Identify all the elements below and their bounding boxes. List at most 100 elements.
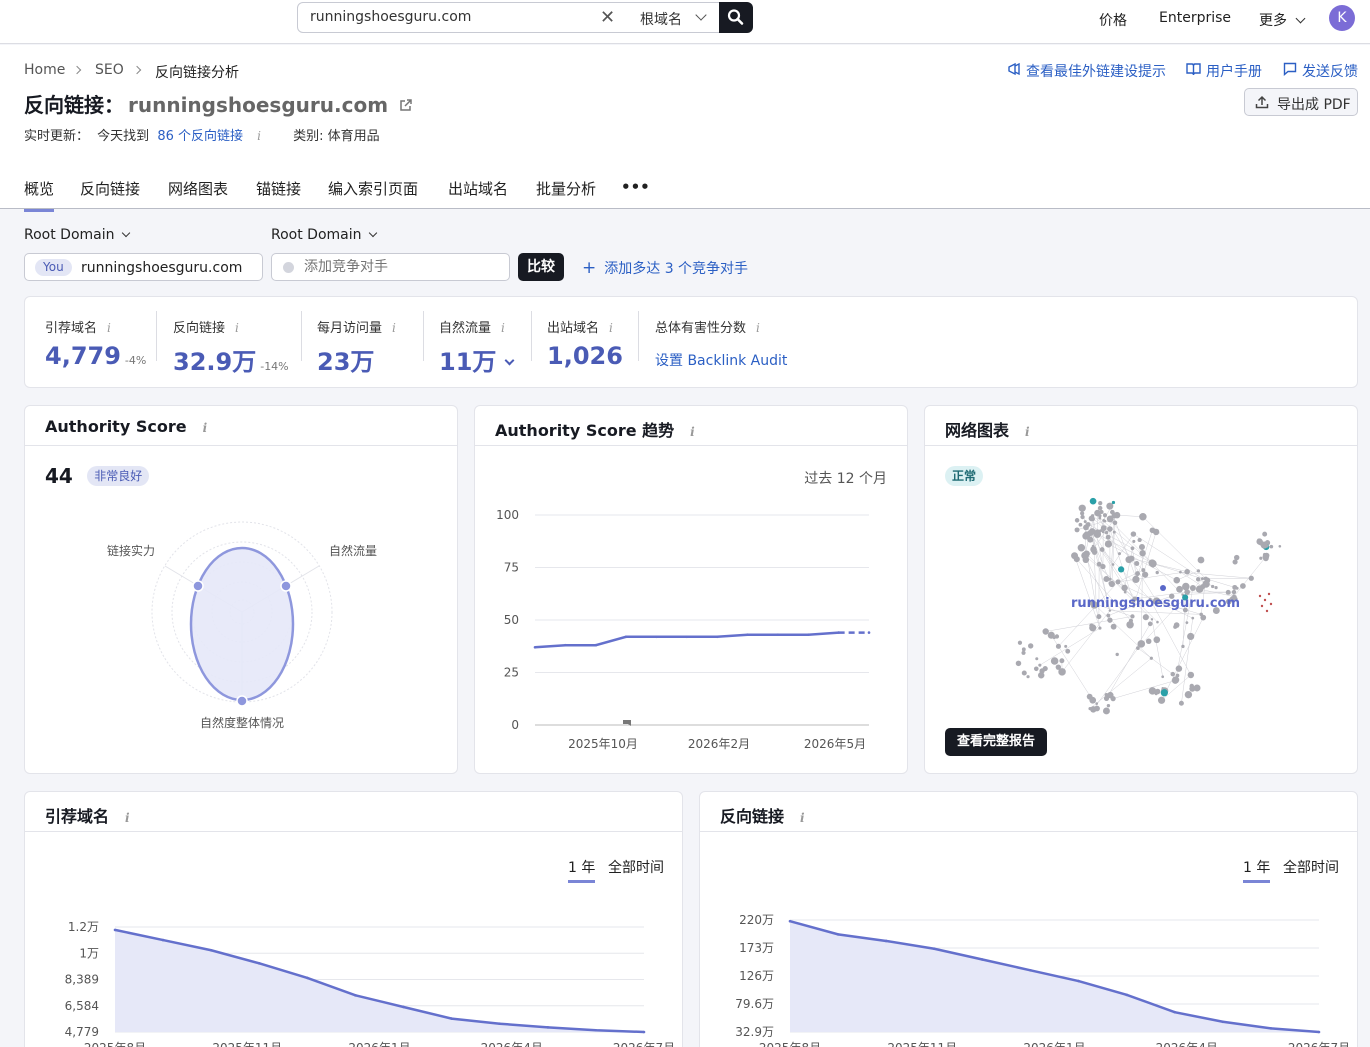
domain-search-input[interactable] xyxy=(310,9,590,25)
network-node[interactable] xyxy=(1121,584,1128,592)
you-domain-field[interactable]: You runningshoesguru.com xyxy=(24,253,263,281)
network-node[interactable] xyxy=(1185,621,1189,625)
network-node[interactable] xyxy=(1232,584,1238,590)
compare-button[interactable]: 比较 xyxy=(518,253,564,281)
network-node[interactable] xyxy=(1204,577,1211,584)
area-point[interactable] xyxy=(1173,1010,1177,1014)
network-node[interactable] xyxy=(1110,623,1117,630)
network-node[interactable] xyxy=(1015,660,1022,667)
new-backlinks-link[interactable]: 86 个反向链接 xyxy=(157,129,243,144)
network-node[interactable] xyxy=(1099,547,1105,552)
info-icon[interactable]: i xyxy=(257,129,261,143)
network-node[interactable] xyxy=(1042,628,1049,635)
network-node[interactable] xyxy=(1248,575,1254,581)
tab-more[interactable]: ••• xyxy=(621,178,650,196)
network-node[interactable] xyxy=(1142,614,1149,621)
area-point[interactable] xyxy=(306,976,309,980)
network-node[interactable] xyxy=(1050,657,1059,665)
network-node[interactable] xyxy=(1097,505,1103,511)
network-node[interactable] xyxy=(1184,589,1190,595)
network-node[interactable] xyxy=(1173,576,1181,584)
network-node[interactable] xyxy=(1181,644,1185,649)
external-link-icon[interactable] xyxy=(399,98,413,112)
network-node[interactable] xyxy=(1104,693,1109,697)
area-point[interactable] xyxy=(546,1026,550,1029)
info-icon[interactable]: i xyxy=(1025,425,1030,439)
clear-icon[interactable]: ✕ xyxy=(600,7,615,28)
network-node[interactable] xyxy=(1071,552,1079,560)
area-point[interactable] xyxy=(354,994,357,997)
network-node[interactable] xyxy=(1100,563,1106,570)
tab-bulk-analysis[interactable]: 批量分析 xyxy=(536,178,596,199)
network-node[interactable] xyxy=(1225,589,1231,595)
network-node[interactable] xyxy=(1106,613,1111,618)
network-node[interactable] xyxy=(1170,671,1176,677)
network-node[interactable] xyxy=(1106,703,1111,708)
tab-network-graph[interactable]: 网络图表 xyxy=(168,178,228,199)
network-node[interactable] xyxy=(1130,531,1137,537)
network-node[interactable] xyxy=(1102,707,1110,715)
period-all-time[interactable]: 全部时间 xyxy=(608,857,664,877)
network-node[interactable] xyxy=(1231,589,1237,595)
network-node[interactable] xyxy=(1090,706,1097,713)
trend-point[interactable] xyxy=(533,646,537,649)
area-point[interactable] xyxy=(450,1017,453,1020)
breadcrumb-seo[interactable]: SEO xyxy=(95,62,124,78)
network-node[interactable] xyxy=(1108,577,1112,581)
info-icon[interactable]: i xyxy=(392,321,396,335)
area-point[interactable] xyxy=(257,962,261,965)
network-node[interactable] xyxy=(1134,561,1140,567)
network-node[interactable] xyxy=(1258,594,1262,598)
network-node[interactable] xyxy=(1098,626,1102,630)
area-point[interactable] xyxy=(1029,968,1032,972)
network-node[interactable] xyxy=(1089,623,1094,628)
network-node[interactable] xyxy=(1260,604,1264,608)
network-node[interactable] xyxy=(1128,618,1134,623)
chevron-down-icon[interactable] xyxy=(504,355,515,366)
area-point[interactable] xyxy=(209,948,213,952)
network-node[interactable] xyxy=(1137,640,1146,648)
info-icon[interactable]: i xyxy=(107,321,111,335)
period-all-time[interactable]: 全部时间 xyxy=(1283,857,1339,877)
network-node[interactable] xyxy=(1147,621,1153,627)
area-point[interactable] xyxy=(981,958,984,961)
nav-enterprise[interactable]: Enterprise xyxy=(1159,10,1231,26)
network-node[interactable] xyxy=(1265,544,1269,548)
network-node[interactable] xyxy=(1096,614,1102,620)
network-node[interactable] xyxy=(1187,671,1195,679)
metric-backlinks[interactable]: 反向链接 i 32.9万 -14% xyxy=(173,317,289,377)
network-node[interactable] xyxy=(1065,648,1071,654)
send-feedback-link[interactable]: 发送反馈 xyxy=(1302,61,1358,81)
export-pdf-button[interactable]: 导出成 PDF xyxy=(1244,88,1358,116)
area-point[interactable] xyxy=(1125,993,1128,997)
trend-point[interactable] xyxy=(806,633,810,636)
network-node[interactable] xyxy=(1262,552,1267,557)
network-node[interactable] xyxy=(1083,520,1087,524)
network-node[interactable] xyxy=(1193,684,1201,692)
nav-more[interactable]: 更多 xyxy=(1259,10,1306,30)
network-node[interactable] xyxy=(1083,550,1090,557)
network-node[interactable] xyxy=(1037,672,1045,679)
network-node[interactable] xyxy=(1139,512,1147,521)
network-node[interactable] xyxy=(1195,577,1201,582)
info-icon[interactable]: i xyxy=(690,425,695,439)
area-point[interactable] xyxy=(1077,979,1080,983)
network-node[interactable] xyxy=(1078,522,1083,527)
metric-organic-traffic[interactable]: 自然流量 i 11万 xyxy=(439,317,515,377)
trend-point[interactable] xyxy=(655,635,658,639)
network-node[interactable] xyxy=(1064,644,1068,648)
metric-referring-domains[interactable]: 引荐域名 i 4,779 -4% xyxy=(45,317,146,370)
network-node[interactable] xyxy=(1141,568,1146,573)
network-node[interactable] xyxy=(1189,585,1196,592)
competitor-field[interactable] xyxy=(271,253,510,281)
network-node[interactable] xyxy=(1118,552,1121,556)
network-node[interactable] xyxy=(1145,638,1152,645)
area-point[interactable] xyxy=(161,938,165,942)
network-node[interactable] xyxy=(1115,652,1119,657)
network-node[interactable] xyxy=(1175,665,1183,672)
network-node[interactable] xyxy=(1196,569,1201,573)
network-node[interactable] xyxy=(1104,540,1113,548)
area-point[interactable] xyxy=(1221,1020,1225,1024)
trend-point[interactable] xyxy=(715,635,719,639)
network-node[interactable] xyxy=(1151,564,1155,568)
